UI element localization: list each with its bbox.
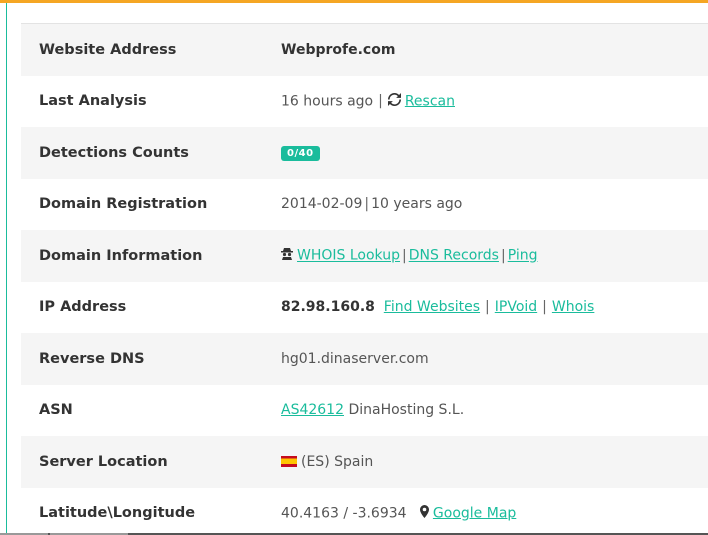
ping-link[interactable]: Ping bbox=[508, 248, 538, 264]
separator: | bbox=[378, 93, 383, 110]
rescan-link[interactable]: Rescan bbox=[405, 93, 455, 109]
last-analysis-time: 16 hours ago bbox=[281, 93, 374, 110]
separator: | bbox=[485, 299, 490, 316]
map-marker-icon bbox=[419, 504, 429, 522]
asn-link[interactable]: AS42612 bbox=[281, 402, 344, 418]
reverse-dns-value: hg01.dinaserver.com bbox=[281, 350, 429, 367]
asn-org: DinaHosting S.L. bbox=[348, 402, 465, 419]
row-domain-information: Domain Information WHOIS Lookup | DNS Reco… bbox=[21, 230, 708, 282]
row-label: Website Address bbox=[39, 41, 177, 58]
spy-icon bbox=[281, 247, 293, 264]
dns-records-link[interactable]: DNS Records bbox=[409, 248, 499, 264]
separator: | bbox=[401, 247, 407, 264]
ip-address-value: 82.98.160.8 bbox=[281, 299, 375, 316]
left-border bbox=[6, 3, 7, 533]
row-label: IP Address bbox=[39, 299, 127, 316]
website-address-value: Webprofe.com bbox=[281, 41, 396, 58]
top-accent-bar bbox=[0, 0, 708, 3]
separator: | bbox=[500, 247, 506, 264]
row-asn: ASN AS42612 DinaHosting S.L. bbox=[21, 385, 708, 437]
lat-long-value: 40.4163 / -3.6934 bbox=[281, 505, 407, 522]
row-label: ASN bbox=[39, 402, 73, 419]
row-ip-address: IP Address 82.98.160.8 Find Websites | IPV… bbox=[21, 282, 708, 334]
server-location-value: (ES) Spain bbox=[301, 453, 374, 470]
row-reverse-dns: Reverse DNS hg01.dinaserver.com bbox=[21, 333, 708, 385]
ipvoid-link[interactable]: IPVoid bbox=[495, 299, 537, 315]
row-server-location: Server Location (ES) Spain bbox=[21, 436, 708, 488]
row-label: Server Location bbox=[39, 453, 168, 470]
google-map-link[interactable]: Google Map bbox=[433, 505, 516, 521]
row-label: Latitude\Longitude bbox=[39, 505, 196, 522]
refresh-icon[interactable] bbox=[387, 92, 401, 110]
whois-lookup-link[interactable]: WHOIS Lookup bbox=[297, 248, 400, 264]
row-label: Domain Registration bbox=[39, 196, 208, 213]
find-websites-link[interactable]: Find Websites bbox=[384, 299, 480, 315]
row-latitude-longitude: Latitude\Longitude 40.4163 / -3.6934 Goo… bbox=[21, 488, 708, 535]
row-detections-counts: Detections Counts 0/40 bbox=[21, 127, 708, 179]
separator: | bbox=[542, 299, 547, 316]
row-label: Reverse DNS bbox=[39, 350, 145, 367]
whois-link[interactable]: Whois bbox=[552, 299, 594, 315]
domain-age: 10 years ago bbox=[371, 196, 463, 213]
spain-flag-icon bbox=[281, 455, 297, 467]
row-last-analysis: Last Analysis 16 hours ago | Rescan bbox=[21, 76, 708, 128]
row-domain-registration: Domain Registration 2014-02-09 | 10 years … bbox=[21, 179, 708, 231]
registration-date: 2014-02-09 bbox=[281, 196, 363, 213]
row-label: Detections Counts bbox=[39, 144, 189, 161]
detections-badge: 0/40 bbox=[281, 146, 320, 162]
website-info-table: Website Address Webprofe.com Last Analys… bbox=[21, 23, 708, 535]
separator: | bbox=[364, 196, 370, 213]
row-label: Domain Information bbox=[39, 247, 203, 264]
row-label: Last Analysis bbox=[39, 93, 147, 110]
row-website-address: Website Address Webprofe.com bbox=[21, 24, 708, 76]
